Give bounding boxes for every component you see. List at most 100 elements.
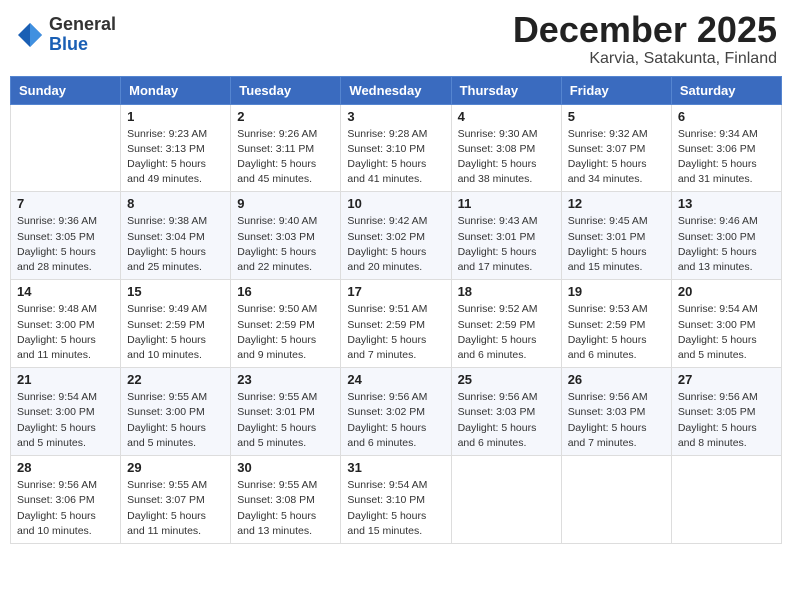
day-info: Sunrise: 9:53 AMSunset: 2:59 PMDaylight:… bbox=[568, 302, 665, 363]
calendar-cell: 2 Sunrise: 9:26 AMSunset: 3:11 PMDaylight… bbox=[231, 104, 341, 192]
calendar-cell: 25Sunrise: 9:56 AMSunset: 3:03 PMDayligh… bbox=[451, 368, 561, 456]
weekday-header-wednesday: Wednesday bbox=[341, 76, 451, 104]
day-info: Sunrise: 9:49 AMSunset: 2:59 PMDaylight:… bbox=[127, 302, 224, 363]
calendar-cell: 28Sunrise: 9:56 AMSunset: 3:06 PMDayligh… bbox=[11, 456, 121, 544]
title-block: December 2025 Karvia, Satakunta, Finland bbox=[513, 10, 777, 68]
day-info: Sunrise: 9:34 AMSunset: 3:06 PMDaylight:… bbox=[678, 127, 775, 188]
day-number: 5 bbox=[568, 109, 665, 124]
day-number: 2 bbox=[237, 109, 334, 124]
logo-general: General bbox=[49, 15, 116, 35]
week-row-2: 14Sunrise: 9:48 AMSunset: 3:00 PMDayligh… bbox=[11, 280, 782, 368]
day-number: 13 bbox=[678, 196, 775, 211]
logo-blue: Blue bbox=[49, 35, 116, 55]
day-info: Sunrise: 9:56 AMSunset: 3:02 PMDaylight:… bbox=[347, 390, 444, 451]
calendar-cell: 17 Sunrise: 9:51 AMSunset: 2:59 PMDayligh… bbox=[341, 280, 451, 368]
calendar-cell: 19 Sunrise: 9:53 AMSunset: 2:59 PMDayligh… bbox=[561, 280, 671, 368]
day-number: 29 bbox=[127, 460, 224, 475]
calendar-cell: 10Sunrise: 9:42 AMSunset: 3:02 PMDayligh… bbox=[341, 192, 451, 280]
day-number: 21 bbox=[17, 372, 114, 387]
calendar-cell: 13 Sunrise: 9:46 AMSunset: 3:00 PMDayligh… bbox=[671, 192, 781, 280]
calendar-cell: 16 Sunrise: 9:50 AMSunset: 2:59 PMDayligh… bbox=[231, 280, 341, 368]
day-number: 4 bbox=[458, 109, 555, 124]
day-info: Sunrise: 9:46 AMSunset: 3:00 PMDaylight:… bbox=[678, 214, 775, 275]
day-info: Sunrise: 9:55 AMSunset: 3:01 PMDaylight:… bbox=[237, 390, 334, 451]
day-info: Sunrise: 9:26 AMSunset: 3:11 PMDaylight:… bbox=[237, 127, 334, 188]
calendar-cell: 24Sunrise: 9:56 AMSunset: 3:02 PMDayligh… bbox=[341, 368, 451, 456]
week-row-4: 28Sunrise: 9:56 AMSunset: 3:06 PMDayligh… bbox=[11, 456, 782, 544]
day-number: 8 bbox=[127, 196, 224, 211]
day-info: Sunrise: 9:28 AMSunset: 3:10 PMDaylight:… bbox=[347, 127, 444, 188]
day-number: 1 bbox=[127, 109, 224, 124]
day-info: Sunrise: 9:54 AMSunset: 3:10 PMDaylight:… bbox=[347, 478, 444, 539]
weekday-header-monday: Monday bbox=[121, 76, 231, 104]
calendar-cell: 18Sunrise: 9:52 AMSunset: 2:59 PMDayligh… bbox=[451, 280, 561, 368]
calendar-cell: 26 Sunrise: 9:56 AMSunset: 3:03 PMDayligh… bbox=[561, 368, 671, 456]
calendar-cell: 23 Sunrise: 9:55 AMSunset: 3:01 PMDayligh… bbox=[231, 368, 341, 456]
day-info: Sunrise: 9:36 AMSunset: 3:05 PMDaylight:… bbox=[17, 214, 114, 275]
day-number: 6 bbox=[678, 109, 775, 124]
weekday-header-thursday: Thursday bbox=[451, 76, 561, 104]
calendar-cell: 20Sunrise: 9:54 AMSunset: 3:00 PMDayligh… bbox=[671, 280, 781, 368]
day-info: Sunrise: 9:23 AMSunset: 3:13 PMDaylight:… bbox=[127, 127, 224, 188]
logo: General Blue bbox=[15, 15, 116, 55]
calendar-cell bbox=[671, 456, 781, 544]
logo-text: General Blue bbox=[49, 15, 116, 55]
day-number: 23 bbox=[237, 372, 334, 387]
calendar-cell: 1 Sunrise: 9:23 AMSunset: 3:13 PMDaylight… bbox=[121, 104, 231, 192]
day-info: Sunrise: 9:56 AMSunset: 3:05 PMDaylight:… bbox=[678, 390, 775, 451]
month-title: December 2025 bbox=[513, 10, 777, 50]
day-number: 19 bbox=[568, 284, 665, 299]
day-info: Sunrise: 9:56 AMSunset: 3:03 PMDaylight:… bbox=[568, 390, 665, 451]
logo-icon bbox=[15, 20, 45, 50]
week-row-0: 1 Sunrise: 9:23 AMSunset: 3:13 PMDaylight… bbox=[11, 104, 782, 192]
week-row-1: 7 Sunrise: 9:36 AMSunset: 3:05 PMDaylight… bbox=[11, 192, 782, 280]
calendar-cell: 30Sunrise: 9:55 AMSunset: 3:08 PMDayligh… bbox=[231, 456, 341, 544]
calendar-cell: 14Sunrise: 9:48 AMSunset: 3:00 PMDayligh… bbox=[11, 280, 121, 368]
day-number: 16 bbox=[237, 284, 334, 299]
weekday-header-sunday: Sunday bbox=[11, 76, 121, 104]
day-info: Sunrise: 9:51 AMSunset: 2:59 PMDaylight:… bbox=[347, 302, 444, 363]
day-info: Sunrise: 9:48 AMSunset: 3:00 PMDaylight:… bbox=[17, 302, 114, 363]
day-info: Sunrise: 9:42 AMSunset: 3:02 PMDaylight:… bbox=[347, 214, 444, 275]
calendar-cell: 4 Sunrise: 9:30 AMSunset: 3:08 PMDaylight… bbox=[451, 104, 561, 192]
day-number: 3 bbox=[347, 109, 444, 124]
calendar-cell bbox=[451, 456, 561, 544]
page-header: General Blue December 2025 Karvia, Satak… bbox=[10, 10, 782, 68]
day-info: Sunrise: 9:45 AMSunset: 3:01 PMDaylight:… bbox=[568, 214, 665, 275]
calendar-cell: 12 Sunrise: 9:45 AMSunset: 3:01 PMDayligh… bbox=[561, 192, 671, 280]
day-info: Sunrise: 9:55 AMSunset: 3:00 PMDaylight:… bbox=[127, 390, 224, 451]
location: Karvia, Satakunta, Finland bbox=[513, 50, 777, 68]
day-info: Sunrise: 9:55 AMSunset: 3:07 PMDaylight:… bbox=[127, 478, 224, 539]
calendar-cell: 22Sunrise: 9:55 AMSunset: 3:00 PMDayligh… bbox=[121, 368, 231, 456]
day-number: 11 bbox=[458, 196, 555, 211]
calendar-cell: 7 Sunrise: 9:36 AMSunset: 3:05 PMDaylight… bbox=[11, 192, 121, 280]
calendar-cell: 5Sunrise: 9:32 AMSunset: 3:07 PMDaylight… bbox=[561, 104, 671, 192]
calendar-cell: 8 Sunrise: 9:38 AMSunset: 3:04 PMDaylight… bbox=[121, 192, 231, 280]
day-info: Sunrise: 9:52 AMSunset: 2:59 PMDaylight:… bbox=[458, 302, 555, 363]
calendar-table: SundayMondayTuesdayWednesdayThursdayFrid… bbox=[10, 76, 782, 544]
weekday-header-tuesday: Tuesday bbox=[231, 76, 341, 104]
calendar-cell: 31Sunrise: 9:54 AMSunset: 3:10 PMDayligh… bbox=[341, 456, 451, 544]
calendar-cell: 3 Sunrise: 9:28 AMSunset: 3:10 PMDaylight… bbox=[341, 104, 451, 192]
calendar-cell: 9Sunrise: 9:40 AMSunset: 3:03 PMDaylight… bbox=[231, 192, 341, 280]
calendar-cell: 21Sunrise: 9:54 AMSunset: 3:00 PMDayligh… bbox=[11, 368, 121, 456]
day-number: 9 bbox=[237, 196, 334, 211]
calendar-cell: 27Sunrise: 9:56 AMSunset: 3:05 PMDayligh… bbox=[671, 368, 781, 456]
day-number: 12 bbox=[568, 196, 665, 211]
day-number: 17 bbox=[347, 284, 444, 299]
day-number: 20 bbox=[678, 284, 775, 299]
day-info: Sunrise: 9:38 AMSunset: 3:04 PMDaylight:… bbox=[127, 214, 224, 275]
day-info: Sunrise: 9:30 AMSunset: 3:08 PMDaylight:… bbox=[458, 127, 555, 188]
day-number: 15 bbox=[127, 284, 224, 299]
day-info: Sunrise: 9:43 AMSunset: 3:01 PMDaylight:… bbox=[458, 214, 555, 275]
day-info: Sunrise: 9:56 AMSunset: 3:03 PMDaylight:… bbox=[458, 390, 555, 451]
day-number: 30 bbox=[237, 460, 334, 475]
day-info: Sunrise: 9:50 AMSunset: 2:59 PMDaylight:… bbox=[237, 302, 334, 363]
weekday-header-saturday: Saturday bbox=[671, 76, 781, 104]
weekday-header-friday: Friday bbox=[561, 76, 671, 104]
day-number: 26 bbox=[568, 372, 665, 387]
weekday-header-row: SundayMondayTuesdayWednesdayThursdayFrid… bbox=[11, 76, 782, 104]
day-number: 7 bbox=[17, 196, 114, 211]
calendar-cell bbox=[11, 104, 121, 192]
calendar-cell: 15 Sunrise: 9:49 AMSunset: 2:59 PMDayligh… bbox=[121, 280, 231, 368]
